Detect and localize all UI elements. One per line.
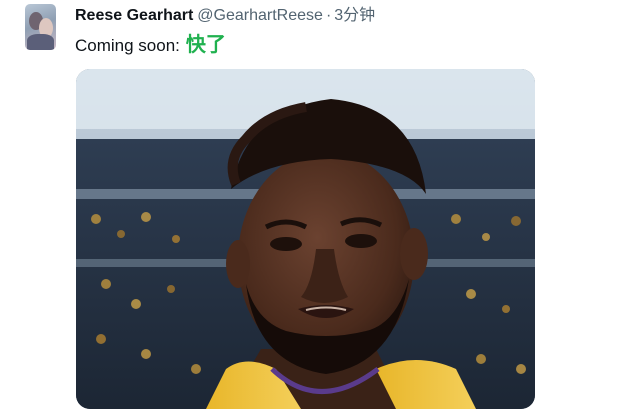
tweet-header: Reese Gearhart @GearhartReese · 3分钟 <box>75 6 375 28</box>
tweet-text-emphasis: 快了 <box>185 34 226 56</box>
author-handle[interactable]: @GearhartReese <box>197 7 323 24</box>
tweet-text-prefix: Coming soon: <box>75 36 180 55</box>
tweet-media-image[interactable] <box>76 69 535 409</box>
tweet-timestamp[interactable]: 3分钟 <box>334 7 375 24</box>
header-separator: · <box>325 7 332 24</box>
author-avatar[interactable] <box>25 4 56 50</box>
tweet-text: Coming soon: 快了 <box>75 32 226 59</box>
author-name[interactable]: Reese Gearhart <box>75 7 193 24</box>
media-illustration <box>76 69 535 409</box>
avatar-figure-body <box>27 34 54 50</box>
